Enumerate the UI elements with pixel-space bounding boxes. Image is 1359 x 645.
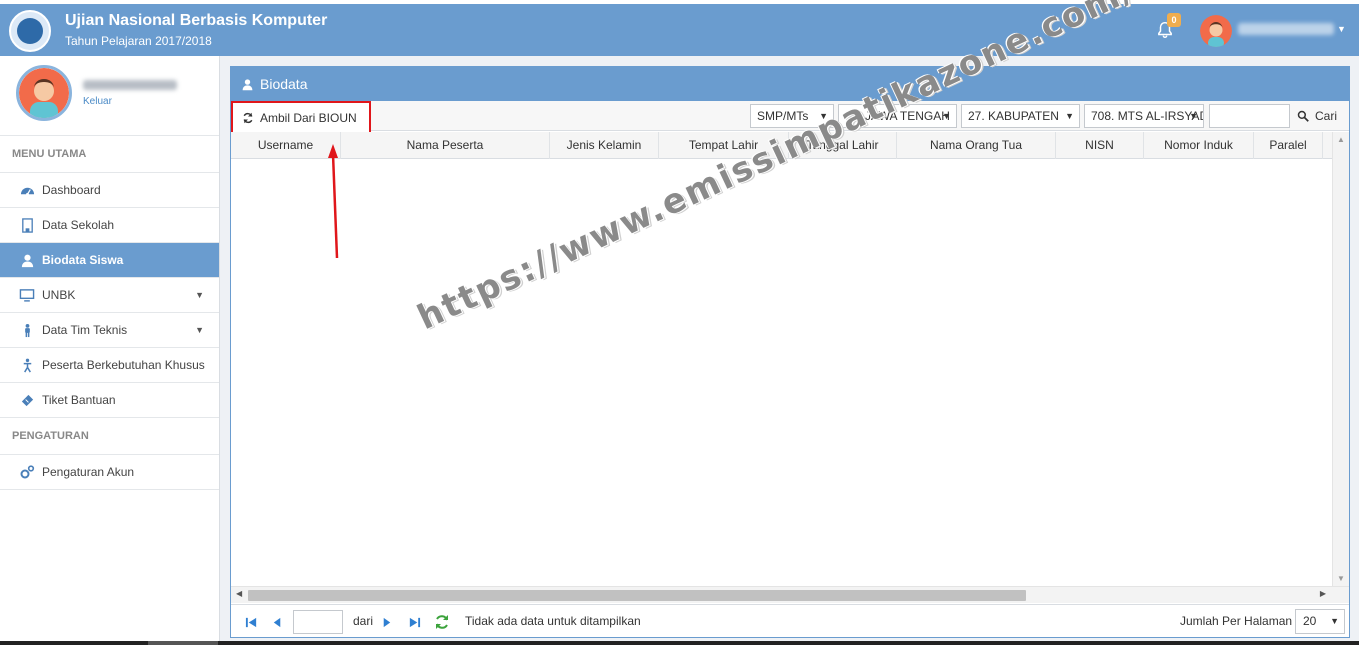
sidebar-item-data-tim-teknis[interactable]: Data Tim Teknis ▼: [0, 313, 219, 348]
app-subtitle: Tahun Pelajaran 2017/2018: [65, 34, 212, 48]
column-header-tanggal-lahir[interactable]: Tanggal Lahir: [789, 132, 897, 159]
column-header-jenis-kelamin[interactable]: Jenis Kelamin: [550, 132, 659, 159]
pagination-bar: dari Tidak ada data untuk ditampilkan Ju…: [231, 604, 1349, 637]
scroll-up-icon[interactable]: ▲: [1337, 135, 1345, 144]
user-icon: [19, 252, 35, 268]
logout-link[interactable]: Keluar: [83, 96, 112, 107]
search-icon: [1297, 110, 1309, 122]
next-page-icon[interactable]: [378, 614, 394, 630]
dashboard-icon: [19, 182, 35, 198]
chevron-down-icon: ▼: [1065, 111, 1074, 121]
toolbar: Ambil Dari BIOUN SMP/MTs ▼ 03. JAWA TENG…: [231, 101, 1349, 134]
sidebar-item-unbk[interactable]: UNBK ▼: [0, 278, 219, 313]
sidebar-item-label: Pengaturan Akun: [42, 465, 135, 479]
column-header-paralel[interactable]: Paralel: [1254, 132, 1323, 159]
scrollbar-thumb[interactable]: [248, 590, 1026, 601]
user-avatar[interactable]: [1200, 15, 1232, 47]
scroll-left-icon[interactable]: ◀: [236, 589, 242, 598]
chevron-down-icon: ▼: [942, 111, 951, 121]
search-button[interactable]: Cari: [1297, 101, 1337, 131]
menu-section-main: MENU UTAMA: [0, 136, 219, 173]
ambil-button-label: Ambil Dari BIOUN: [260, 110, 357, 125]
table-body: [231, 159, 1349, 586]
school-icon: [19, 217, 35, 233]
column-header-nama-peserta[interactable]: Nama Peserta: [341, 132, 550, 159]
sidebar-item-label: UNBK: [42, 288, 76, 302]
sidebar-profile: Keluar: [0, 56, 219, 136]
sidebar-item-dashboard[interactable]: Dashboard: [0, 173, 219, 208]
avatar: [16, 65, 72, 121]
profile-name-blurred: [83, 80, 177, 90]
refresh-icon: [243, 112, 253, 123]
kabupaten-select[interactable]: 27. KABUPATEN ▼: [961, 104, 1080, 128]
sidebar-item-label: Peserta Berkebutuhan Khusus: [42, 358, 205, 372]
empty-message: Tidak ada data untuk ditampilkan: [465, 614, 641, 628]
sidebar-item-label: Dashboard: [42, 183, 101, 197]
panel-title: Biodata: [260, 76, 308, 92]
vertical-scrollbar[interactable]: ▲ ▼: [1332, 132, 1349, 586]
jenjang-select[interactable]: SMP/MTs ▼: [750, 104, 834, 128]
chevron-down-icon[interactable]: ▼: [1337, 24, 1346, 34]
panel-header: Biodata: [231, 67, 1349, 101]
sidebar-item-pengaturan-akun[interactable]: Pengaturan Akun: [0, 455, 219, 490]
column-header-nisn[interactable]: NISN: [1056, 132, 1144, 159]
ticket-icon: [19, 392, 35, 408]
table-header: Username Nama Peserta Jenis Kelamin Temp…: [231, 132, 1349, 159]
user-name-blurred[interactable]: [1238, 23, 1334, 35]
sekolah-select[interactable]: 708. MTS AL-IRSYAD ▼: [1084, 104, 1204, 128]
ambil-dari-bioun-button[interactable]: Ambil Dari BIOUN: [231, 101, 371, 134]
accessibility-icon: [19, 357, 35, 373]
search-input[interactable]: [1209, 104, 1290, 128]
sidebar-item-label: Biodata Siswa: [42, 253, 124, 267]
notification-badge: 0: [1167, 13, 1181, 27]
column-header-nama-orang-tua[interactable]: Nama Orang Tua: [897, 132, 1056, 159]
person-icon: [19, 322, 35, 338]
per-page-label: Jumlah Per Halaman: [1180, 614, 1293, 628]
refresh-icon[interactable]: [434, 614, 450, 630]
sidebar-item-data-sekolah[interactable]: Data Sekolah: [0, 208, 219, 243]
first-page-icon[interactable]: [243, 614, 259, 630]
scroll-right-icon[interactable]: ▶: [1320, 589, 1326, 598]
gears-icon: [19, 464, 35, 480]
sidebar-item-tiket-bantuan[interactable]: Tiket Bantuan: [0, 383, 219, 418]
sidebar-item-peserta-berkebutuhan-khusus[interactable]: Peserta Berkebutuhan Khusus: [0, 348, 219, 383]
per-page-select[interactable]: 20 ▼: [1295, 609, 1345, 634]
chevron-down-icon: ▼: [195, 290, 204, 300]
column-header-tempat-lahir[interactable]: Tempat Lahir: [659, 132, 789, 159]
scroll-down-icon[interactable]: ▼: [1337, 574, 1345, 583]
bottom-strip: [0, 641, 1359, 645]
horizontal-scrollbar[interactable]: ◀ ▶: [231, 586, 1349, 603]
top-header: Ujian Nasional Berbasis Komputer Tahun P…: [0, 4, 1359, 56]
sidebar: Keluar MENU UTAMA Dashboard Data Sekolah…: [0, 56, 220, 645]
monitor-icon: [19, 287, 35, 303]
column-header-username[interactable]: Username: [231, 132, 341, 159]
sidebar-item-biodata-siswa[interactable]: Biodata Siswa: [0, 243, 219, 278]
column-header-nomor-induk[interactable]: Nomor Induk: [1144, 132, 1254, 159]
sidebar-item-label: Tiket Bantuan: [42, 393, 116, 407]
provinsi-select[interactable]: 03. JAWA TENGAH ▼: [838, 104, 957, 128]
sidebar-item-label: Data Sekolah: [42, 218, 115, 232]
chevron-down-icon: ▼: [1330, 616, 1339, 626]
chevron-down-icon: ▼: [1189, 111, 1198, 121]
biodata-panel: Biodata Ambil Dari BIOUN SMP/MTs ▼ 03. J…: [230, 66, 1350, 638]
last-page-icon[interactable]: [406, 614, 422, 630]
previous-page-icon[interactable]: [269, 614, 285, 630]
tut-wuri-logo: [9, 10, 51, 52]
chevron-down-icon: ▼: [819, 111, 828, 121]
menu-section-settings: PENGATURAN: [0, 418, 219, 455]
chevron-down-icon: ▼: [195, 325, 204, 335]
page-of-label: dari: [353, 614, 374, 628]
page-number-input[interactable]: [293, 610, 343, 634]
app-title: Ujian Nasional Berbasis Komputer: [65, 12, 328, 29]
sidebar-item-label: Data Tim Teknis: [42, 323, 128, 337]
user-icon: [242, 78, 253, 90]
